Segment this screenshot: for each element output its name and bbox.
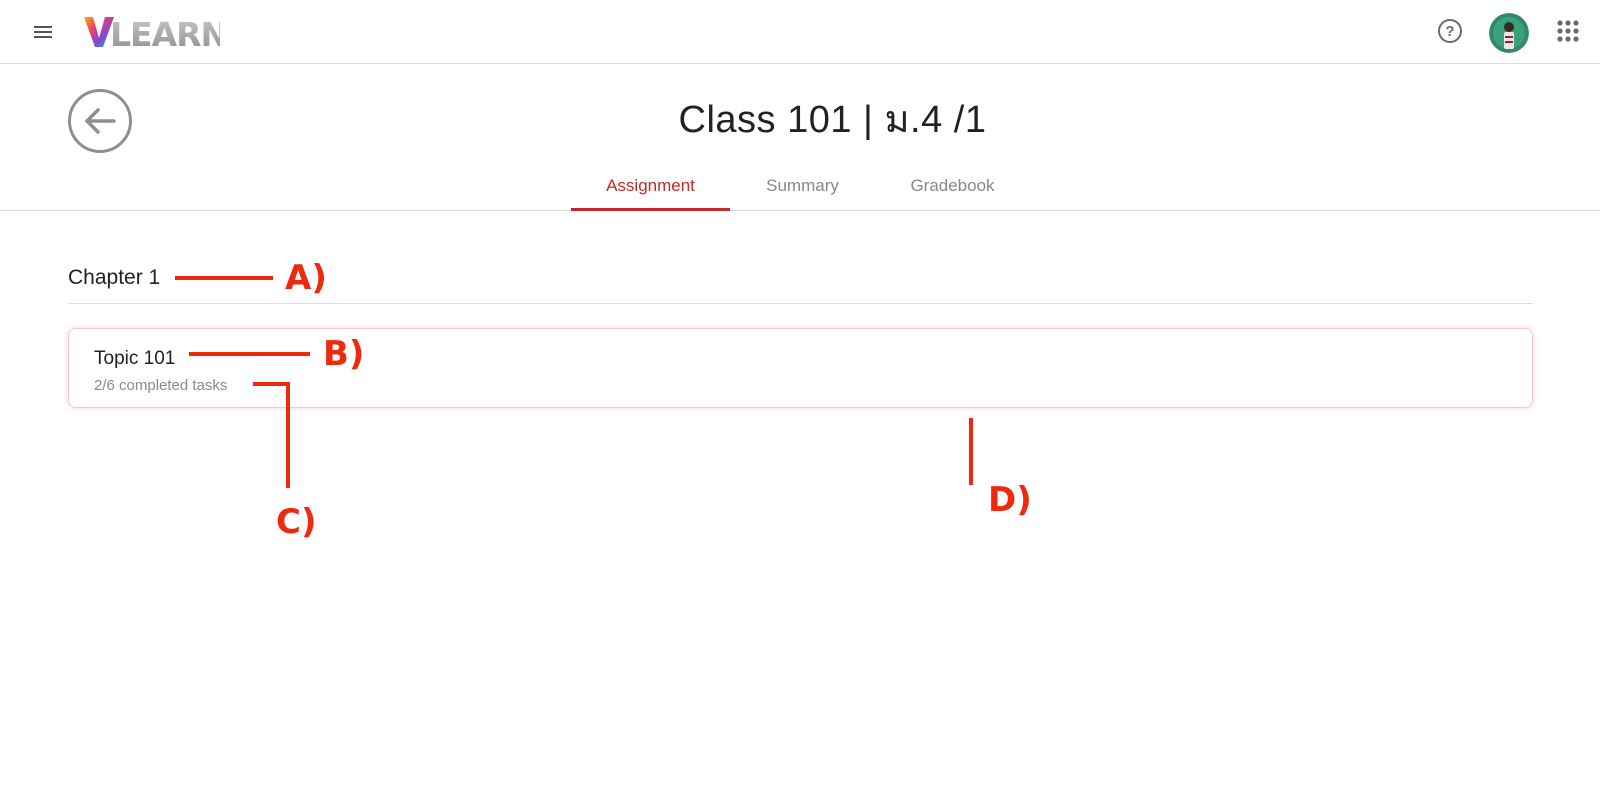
annotation-b-line bbox=[189, 352, 310, 356]
user-avatar[interactable] bbox=[1489, 13, 1529, 53]
page-title: Class 101 | ม.4 /1 bbox=[678, 99, 987, 141]
tab-assignment[interactable]: Assignment bbox=[571, 166, 730, 211]
apps-grid-icon[interactable] bbox=[1556, 19, 1580, 43]
top-app-bar: LEARN ? bbox=[0, 0, 1600, 64]
tab-bar: Assignment Summary Gradebook bbox=[0, 166, 1600, 211]
annotation-a-label: A) bbox=[285, 258, 327, 298]
chapter-title: Chapter 1 bbox=[68, 266, 161, 289]
annotation-c-line-v bbox=[286, 382, 290, 488]
annotation-b-label: B) bbox=[323, 334, 365, 374]
tab-summary[interactable]: Summary bbox=[730, 166, 875, 210]
annotation-c-label: C) bbox=[276, 502, 317, 542]
annotation-a-line bbox=[175, 276, 273, 280]
topic-progress: 2/6 completed tasks bbox=[94, 377, 228, 394]
hamburger-menu-icon[interactable] bbox=[30, 20, 56, 44]
annotation-d-line bbox=[969, 418, 973, 485]
annotation-d-label: D) bbox=[988, 480, 1032, 520]
help-icon[interactable]: ? bbox=[1438, 19, 1462, 43]
annotation-c-line-h bbox=[253, 382, 290, 386]
chapter-divider bbox=[68, 303, 1533, 304]
tab-gradebook[interactable]: Gradebook bbox=[875, 166, 1030, 210]
topic-title: Topic 101 bbox=[94, 348, 176, 369]
svg-text:LEARN: LEARN bbox=[110, 15, 220, 50]
vlearn-logo[interactable]: LEARN bbox=[84, 14, 220, 50]
